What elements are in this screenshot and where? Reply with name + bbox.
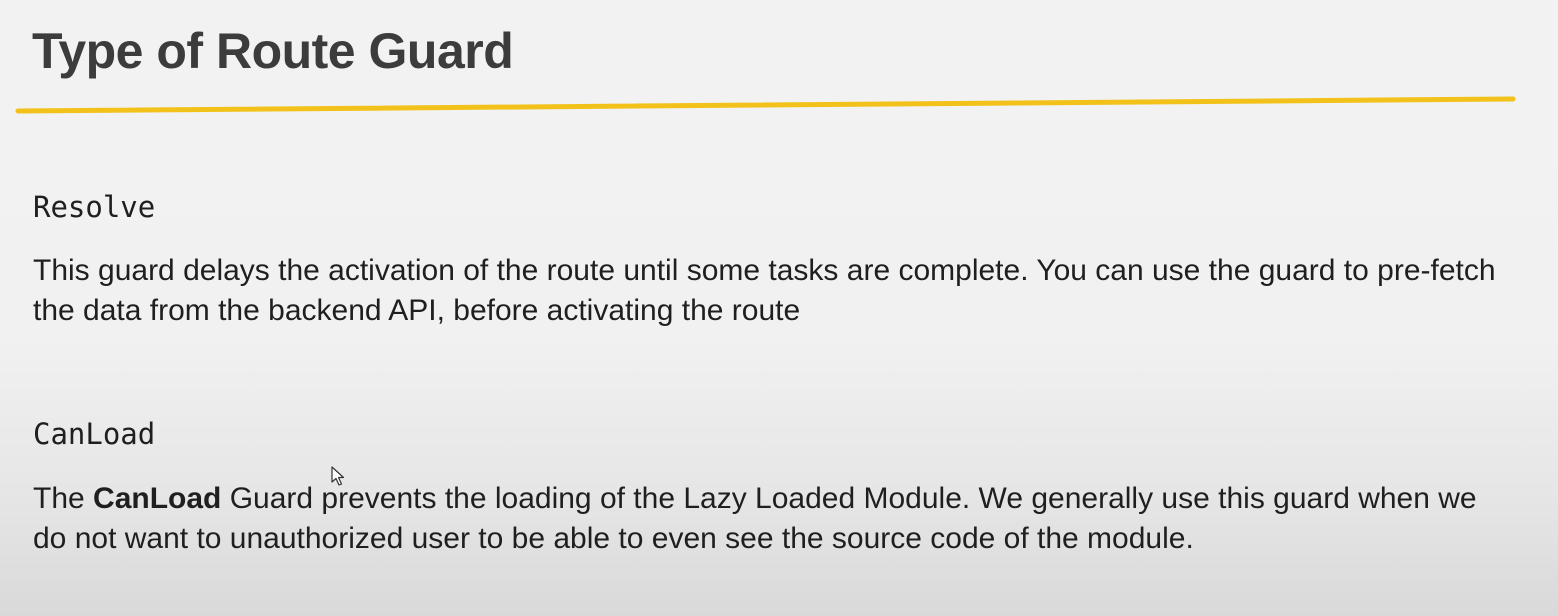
title-underline	[15, 96, 1516, 114]
description-prefix: The	[33, 482, 94, 515]
mouse-pointer-icon	[331, 466, 345, 486]
description-rest: Guard prevents the loading of the Lazy L…	[33, 482, 1477, 555]
section-description-canload: The CanLoad Guard prevents the loading o…	[33, 479, 1513, 559]
description-bold-term: CanLoad	[93, 482, 222, 515]
slide: Type of Route Guard Resolve This guard d…	[0, 0, 1558, 616]
section-name-resolve: Resolve	[33, 190, 156, 224]
section-description-resolve: This guard delays the activation of the …	[33, 254, 1496, 327]
section-name-canload: CanLoad	[33, 417, 156, 451]
